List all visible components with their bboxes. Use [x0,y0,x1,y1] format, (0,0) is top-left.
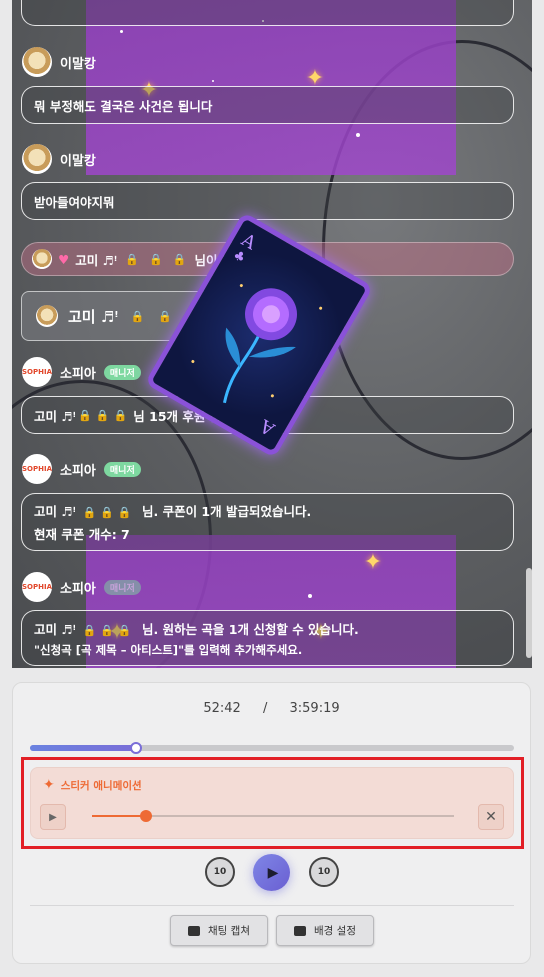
message-prefix: 고미 ♬ꜝ [34,621,77,637]
chat-sender: SOPHIA 소피아 매니저 [22,357,141,387]
play-button[interactable]: ▶ [253,854,290,891]
progress-bar[interactable] [30,742,514,754]
donor-name: 고미 ♬ꜝ [75,252,118,268]
star-dot [120,30,123,33]
message-line: 고미 ♬ꜝ 🔒 🔒 🔒 님. 쿠폰이 1개 발급되었습니다. [34,501,311,520]
lock-icon: 🔒 [117,506,132,519]
lock-icon: 🔒 [113,408,128,422]
lock-icon: 🔒 [172,252,187,266]
lock-icon: 🔒 [158,309,172,323]
progress-fill [30,745,137,751]
lock-icon: 🔒 [130,309,145,323]
lock-icon: 🔒 [117,623,132,637]
sender-name[interactable]: 이말캉 [60,150,96,169]
highlight-box [21,757,524,849]
message-text: 님. 쿠폰이 1개 발급되었습니다. [141,504,312,519]
chat-sender: 이말캉 [22,47,96,77]
message-prefix: 고미 ♬ꜝ [34,504,77,519]
app-root: ✦ ✦ ✦ ✦ ✦ 이말캉 뭐 부정해도 결국은 사건은 됩니다 이말캉 받아들… [0,0,544,977]
chat-sender: SOPHIA 소피아 매니저 [22,572,141,602]
rewind-icon-label: 10 [213,867,227,877]
lock-icon: 🔒 [149,252,163,266]
manager-badge: 매니저 [103,461,141,477]
avatar [32,249,52,269]
avatar[interactable]: SOPHIA [22,572,52,602]
donor-card-name: 고미 ♬ꜝ [68,307,119,326]
avatar[interactable]: SOPHIA [22,357,52,387]
chat-bubble: 고미 ♬ꜝ 🔒 🔒 🔒 님. 원하는 곡을 1개 신청할 수 있습니다. "신청곡 … [21,610,514,666]
sender-name[interactable]: 이말캉 [60,53,96,72]
chat-viewport[interactable]: ✦ ✦ ✦ ✦ ✦ 이말캉 뭐 부정해도 결국은 사건은 됩니다 이말캉 받아들… [12,0,532,668]
avatar[interactable] [22,144,52,174]
chat-bubble: 받아들여야지뭐 [21,182,514,220]
forward-10-button[interactable]: 10 [309,857,339,887]
progress-thumb[interactable] [130,742,143,754]
message-text-line2: 현재 쿠폰 개수: 7 [34,527,130,542]
message-line: 고미 ♬ꜝ 🔒 🔒 🔒 님. 원하는 곡을 1개 신청할 수 있습니다. [34,619,359,638]
sender-name[interactable]: 소피아 [60,460,96,479]
svg-text:A: A [256,414,279,440]
time-display: 52:42 / 3:59:19 [13,701,530,716]
avatar[interactable] [22,47,52,77]
chat-scrollbar[interactable] [526,568,532,658]
rewind-10-button[interactable]: 10 [205,857,235,887]
chat-bubble-partial [21,0,514,26]
lock-icon: 🔒 [82,506,97,519]
avatar [36,305,58,327]
lock-icon: 🔒 [100,506,114,519]
time-separator: / [262,701,268,716]
background-settings-button[interactable]: 배경 설정 [276,915,374,946]
chat-capture-label: 채팅 캡쳐 [208,925,250,937]
manager-badge: 매니저 [103,364,141,380]
message-text: 받아들여야지뭐 [34,194,115,210]
sender-name[interactable]: 소피아 [60,578,96,597]
heart-icon: ♥ [58,251,70,267]
camera-icon [188,925,200,936]
sparkle-icon: ✦ [363,550,383,575]
player-panel: 52:42 / 3:59:19 ✦ 스티커 애니메이션 ▶ ✕ 10 ▶ 10 … [12,682,531,964]
lock-icon: 🔒 [100,623,114,637]
image-icon [294,925,306,936]
chat-sender: SOPHIA 소피아 매니저 [22,454,141,484]
star-dot [212,80,214,82]
message-prefix: 고미 ♬ꜝ [34,408,77,424]
sender-name[interactable]: 소피아 [60,363,96,382]
chat-bubble: 뭐 부정해도 결국은 사건은 됩니다 [21,86,514,124]
chat-bubble: 고미 ♬ꜝ 🔒 🔒 🔒 님. 쿠폰이 1개 발급되었습니다. 현재 쿠폰 개수: 7 [21,493,514,551]
lock-icon: 🔒 [78,408,92,422]
lock-icon: 🔒 [125,252,140,266]
chat-sender: 이말캉 [22,144,96,174]
current-time: 52:42 [203,701,241,716]
lock-icon: 🔒 [82,623,97,637]
forward-icon-label: 10 [317,867,331,877]
star-dot [356,133,360,137]
divider [30,905,514,906]
total-time: 3:59:19 [289,701,340,716]
message-text: 뭐 부정해도 결국은 사건은 됩니다 [34,98,213,114]
avatar[interactable]: SOPHIA [22,454,52,484]
message-text-line2: "신청곡 [곡 제목 – 아티스트]"를 입력해 추가해주세요. [34,642,303,657]
background-settings-label: 배경 설정 [314,925,356,937]
star-dot [308,594,312,598]
lock-icon: 🔒 [95,408,110,422]
play-icon: ▶ [267,864,279,881]
chat-capture-button[interactable]: 채팅 캡쳐 [170,915,268,946]
message-text: 님. 원하는 곡을 1개 신청할 수 있습니다. [141,621,359,637]
manager-badge: 매니저 [103,579,141,595]
